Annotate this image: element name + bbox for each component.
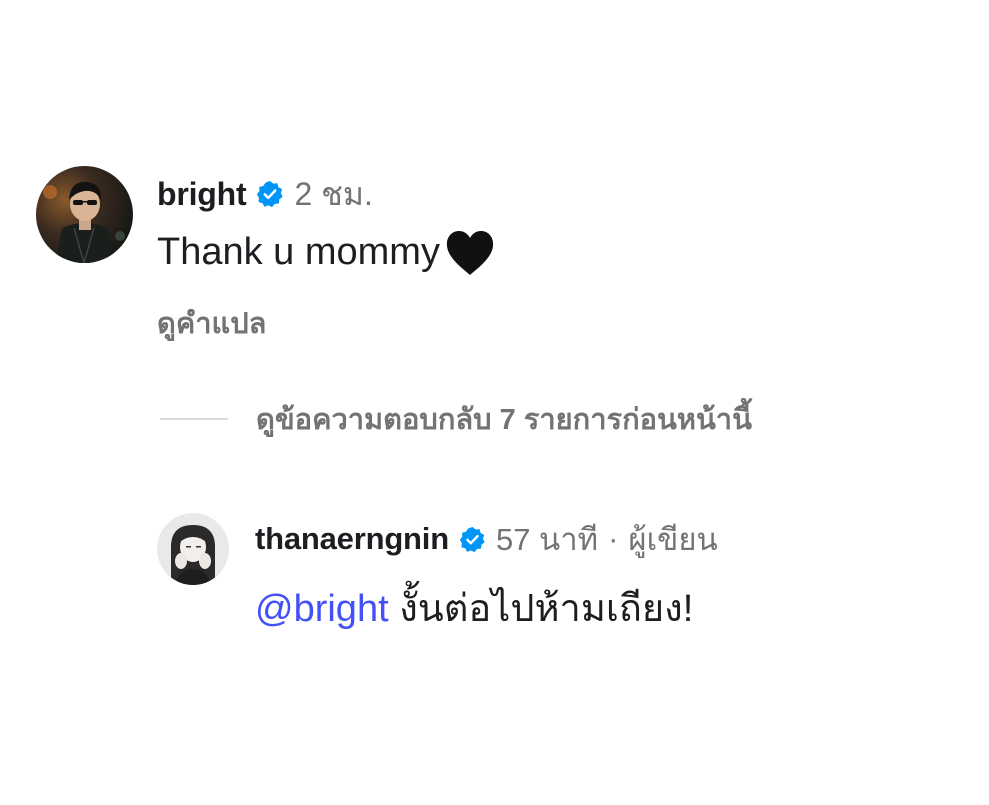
reply-text-row: @bright งั้นต่อไปห้ามเถียง! (255, 577, 718, 638)
reply-text: งั้นต่อไปห้ามเถียง! (388, 588, 694, 630)
verified-badge-icon (459, 526, 486, 553)
comment-meta: bright 2 ชม. (157, 174, 496, 214)
see-translation-link[interactable]: ดูคำแปล (157, 300, 496, 346)
view-previous-replies-label: ดูข้อความตอบกลับ 7 รายการก่อนหน้านี้ (256, 404, 752, 436)
avatar[interactable] (36, 166, 133, 263)
view-previous-replies-button[interactable]: ดูข้อความตอบกลับ 7 รายการก่อนหน้านี้ (160, 396, 752, 442)
comment-timestamp: 2 ชม. (294, 175, 373, 212)
replies-divider-line (160, 418, 228, 420)
reply-avatar[interactable] (157, 513, 229, 585)
reply-meta: thanaerngnin 57 นาที · ผู้เขียน (255, 519, 718, 559)
author-badge: ผู้เขียน (628, 522, 718, 557)
comment: bright 2 ชม. Thank u mommy ดูคำแปล (36, 166, 496, 346)
comment-username[interactable]: bright (157, 176, 247, 213)
verified-badge-icon (256, 180, 284, 208)
reply-username[interactable]: thanaerngnin (255, 521, 449, 557)
mention-link[interactable]: @bright (255, 588, 389, 630)
meta-separator: · (608, 521, 619, 556)
reply-comment: thanaerngnin 57 นาที · ผู้เขียน @bright … (157, 513, 718, 638)
black-heart-icon (444, 229, 496, 277)
reply-body: thanaerngnin 57 นาที · ผู้เขียน @bright … (255, 519, 718, 638)
comment-body: bright 2 ชม. Thank u mommy ดูคำแปล (157, 174, 496, 346)
comment-text-row: Thank u mommy (157, 226, 496, 278)
reply-timestamp: 57 นาที (495, 522, 599, 557)
comment-text: Thank u mommy (157, 230, 440, 273)
